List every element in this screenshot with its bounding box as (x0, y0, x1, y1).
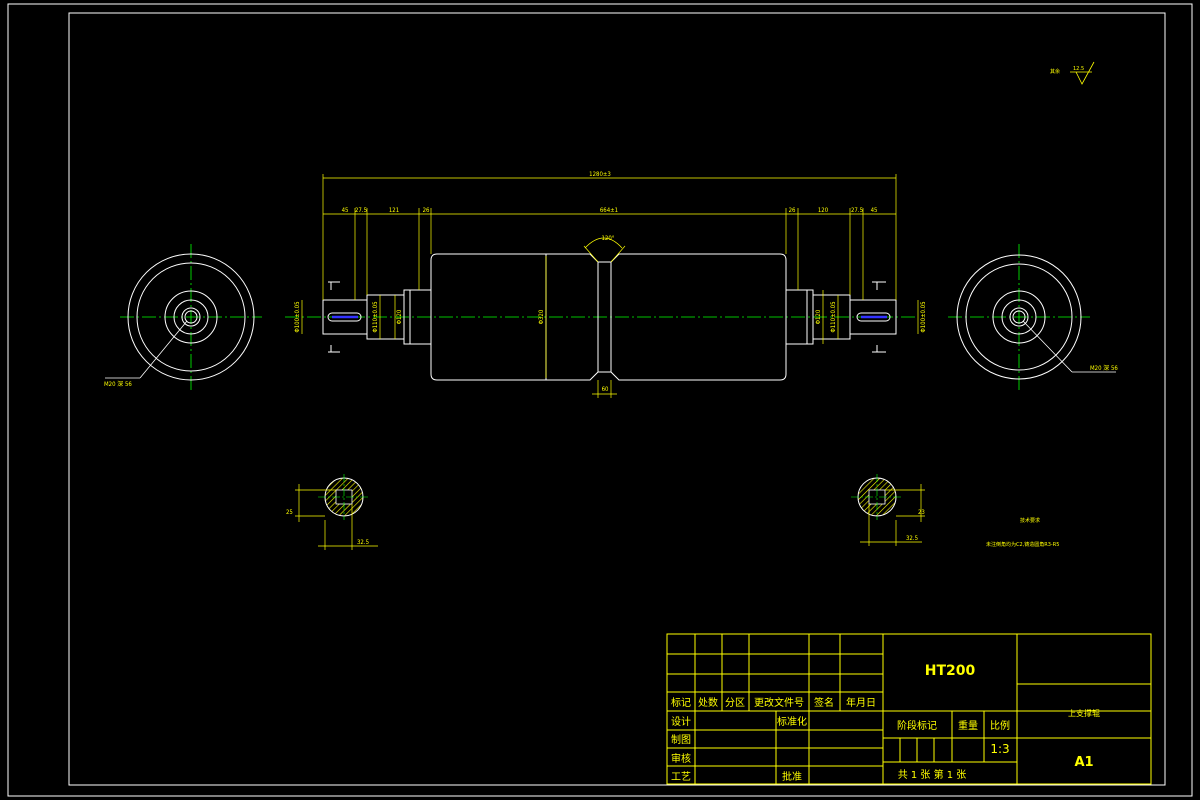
left-shaft-diameter-dim: Φ120 (396, 309, 403, 324)
header-zone: 分区 (725, 697, 745, 709)
left-thread-callout: M20 深 56 (104, 380, 132, 388)
title-block-text: HT200 上支撑辊 A1 标记 处数 分区 更改文件号 签名 年月日 设计 标… (671, 663, 1100, 783)
header-signature: 签名 (814, 696, 834, 709)
label-process: 工艺 (671, 771, 691, 783)
tech-req-line1: 未注倒角均为C2,铸造圆角R3-R5 (986, 541, 1059, 548)
right-section-height-dim: 23 (918, 509, 925, 516)
groove-width-dim: 60 (602, 386, 609, 393)
left-seg-4: 26 (423, 207, 430, 214)
engineering-drawing: 其余 12.5 1280±3 664±1 45 27.5 121 26 26 1… (7, 3, 1193, 797)
header-mark: 标记 (671, 697, 691, 709)
left-end-diameter-dim: Φ100±0.05 (294, 301, 301, 332)
right-section-view: 23 32.5 (851, 474, 925, 546)
sheet-info: 共 1 张 第 1 张 (898, 768, 967, 781)
right-thread-callout: M20 深 56 (1090, 364, 1118, 372)
right-end-view: M20 深 56 (948, 244, 1118, 390)
label-standardization: 标准化 (777, 715, 807, 728)
label-approve: 批准 (782, 770, 802, 783)
total-length-dim: 1280±3 (589, 171, 611, 178)
body-diameter-dim: Φ320 (538, 309, 545, 324)
label-scale: 比例 (990, 719, 1010, 732)
left-seg-2: 27.5 (355, 207, 367, 214)
right-end-diameter-dim: Φ100±0.05 (920, 301, 927, 332)
label-stage-mark: 阶段标记 (897, 719, 937, 732)
left-section-width-dim: 32.5 (357, 539, 369, 546)
right-seg-2: 120 (818, 207, 829, 214)
header-count: 处数 (698, 696, 718, 709)
left-journal-diameter-dim: Φ110±0.05 (372, 301, 379, 332)
right-shaft-diameter-dim: Φ120 (815, 309, 822, 324)
drawing-code-text: A1 (1074, 755, 1093, 770)
right-journal-diameter-dim: Φ110±0.05 (830, 301, 837, 332)
header-change-doc: 更改文件号 (754, 696, 804, 709)
drawing-border (7, 3, 1193, 797)
drawing-name-text: 上支撑辊 (1068, 708, 1100, 718)
right-seg-4: 45 (871, 207, 878, 214)
tech-req-title: 技术要求 (1020, 517, 1040, 524)
left-section-height-dim: 25 (286, 509, 293, 516)
label-drawing: 制图 (671, 733, 691, 746)
right-seg-3: 27.5 (851, 207, 863, 214)
left-section-view: 25 32.5 (286, 474, 378, 550)
body-length-dim: 664±1 (600, 207, 618, 214)
label-weight: 重量 (958, 719, 978, 732)
label-design: 设计 (671, 715, 691, 728)
surface-roughness-note: 其余 12.5 (1050, 61, 1095, 85)
material-text: HT200 (925, 663, 976, 679)
roll-front-view: 1280±3 664±1 45 27.5 121 26 26 120 27.5 … (285, 171, 927, 398)
right-section-width-dim: 32.5 (906, 535, 918, 542)
groove-angle-dim: 120° (602, 235, 615, 242)
roughness-value: 12.5 (1073, 66, 1084, 72)
left-seg-1: 45 (342, 207, 349, 214)
technical-requirements: 技术要求 未注倒角均为C2,铸造圆角R3-R5 (986, 517, 1059, 548)
label-review: 审核 (671, 752, 691, 765)
roughness-note-text: 其余 (1050, 68, 1060, 75)
left-seg-3: 121 (389, 207, 399, 214)
scale-value: 1:3 (990, 742, 1009, 756)
left-end-view: M20 深 56 (104, 244, 262, 390)
right-seg-1: 26 (789, 207, 796, 214)
header-date: 年月日 (846, 696, 876, 709)
